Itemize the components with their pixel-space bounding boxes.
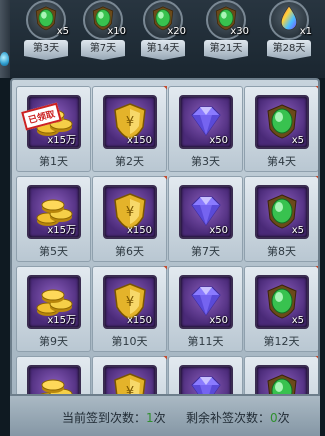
day-cell[interactable]: x15万 第5天 <box>16 176 91 262</box>
day-label: 第2天 <box>115 155 144 168</box>
day-label: 第5天 <box>39 245 68 258</box>
reward-quantity: x5 <box>291 315 304 326</box>
reward-quantity: x15万 <box>47 135 76 146</box>
day-cell[interactable]: x5 第8天 V5三倍 <box>244 176 318 262</box>
blue-gem-icon <box>0 52 9 66</box>
reward-quantity: x150 <box>126 315 152 326</box>
vip-ribbon: V2双倍 <box>137 86 167 116</box>
reward-slot: x15万 <box>27 275 81 329</box>
reward-quantity: x15万 <box>47 315 76 326</box>
day-label: 第12天 <box>263 335 300 348</box>
milestone-count: x20 <box>167 26 186 37</box>
milestone-reward[interactable]: x10 第7天 <box>79 0 127 66</box>
milestone-reward[interactable]: x5 第3天 <box>22 0 70 66</box>
vip-ribbon-text: V5三倍 <box>311 356 318 385</box>
milestone-day-label: 第7天 <box>81 40 125 60</box>
milestone-strip: x5 第3天 x10 第7天 x20 第14天 x30 第21天 x1 第28天 <box>0 0 325 78</box>
day-cell[interactable]: x5 第12天 V3三倍 <box>244 266 318 352</box>
day-cell[interactable]: x50 第11天 <box>168 266 243 352</box>
reward-slot: x15万 <box>27 185 81 239</box>
milestone-day-label: 第3天 <box>24 40 68 60</box>
svg-text:¥: ¥ <box>126 205 134 220</box>
vip-ribbon-text: V3三倍 <box>311 266 318 295</box>
reward-quantity: x50 <box>209 225 228 236</box>
day-label: 第6天 <box>115 245 144 258</box>
vip-ribbon: V4双倍 <box>137 356 167 386</box>
day-cell[interactable]: x15万 第9天 <box>16 266 91 352</box>
day-label: 第9天 <box>39 335 68 348</box>
day-label: 第11天 <box>187 335 224 348</box>
reward-quantity: x5 <box>291 225 304 236</box>
vip-ribbon: V2双倍 <box>137 266 167 296</box>
sign-in-grid: x15万 第1天已领取 ¥ x150 第2天 V2双倍 x50 第3天 x5 <box>10 78 320 436</box>
day-label: 第1天 <box>39 155 68 168</box>
vip-ribbon-text: V3三倍 <box>311 86 318 115</box>
vip-ribbon-text: V2双倍 <box>159 266 167 295</box>
milestone-count: x1 <box>299 26 312 37</box>
vip-ribbon-text: V5三倍 <box>311 176 318 205</box>
svg-text:¥: ¥ <box>126 115 134 130</box>
day-cell[interactable]: x5 第4天 V3三倍 <box>244 86 318 172</box>
reward-quantity: x50 <box>209 135 228 146</box>
vip-ribbon: V5三倍 <box>289 176 318 206</box>
day-cell[interactable]: x50 第3天 <box>168 86 243 172</box>
reward-quantity: x15万 <box>47 225 76 236</box>
vip-ribbon-text: V4双倍 <box>159 356 167 385</box>
day-cell[interactable]: x15万 第1天 已领取 <box>16 86 91 172</box>
milestone-count: x5 <box>56 26 69 37</box>
day-label: 第4天 <box>267 155 296 168</box>
remaining-count-value: 0 <box>270 411 278 425</box>
day-cell[interactable]: ¥ x150 第2天 V2双倍 <box>92 86 167 172</box>
vip-ribbon-text: V2双倍 <box>159 86 167 115</box>
day-cell[interactable]: x50 第7天 <box>168 176 243 262</box>
vip-ribbon: V3三倍 <box>289 86 318 116</box>
svg-text:¥: ¥ <box>126 295 134 310</box>
signed-count-text: 当前签到次数：1次 <box>62 411 166 425</box>
milestone-count: x30 <box>230 26 249 37</box>
reward-quantity: x150 <box>126 225 152 236</box>
signed-count-value: 1 <box>146 411 154 425</box>
day-cell[interactable]: ¥ x150 第6天 V4双倍 <box>92 176 167 262</box>
left-rail <box>0 0 10 78</box>
vip-ribbon: V4双倍 <box>137 176 167 206</box>
reward-slot: x50 <box>179 95 233 149</box>
milestone-day-label: 第21天 <box>204 40 248 60</box>
day-label: 第10天 <box>111 335 148 348</box>
milestone-day-label: 第14天 <box>141 40 185 60</box>
milestone-day-label: 第28天 <box>267 40 311 60</box>
milestone-reward[interactable]: x1 第28天 <box>265 0 313 66</box>
milestone-reward[interactable]: x30 第21天 <box>202 0 250 66</box>
day-label: 第3天 <box>191 155 220 168</box>
vip-ribbon: V3三倍 <box>289 266 318 296</box>
milestone-reward[interactable]: x20 第14天 <box>139 0 187 66</box>
day-label: 第8天 <box>267 245 296 258</box>
reward-quantity: x5 <box>291 135 304 146</box>
footer-bar: 当前签到次数：1次 剩余补签次数：0次 <box>10 394 320 436</box>
reward-quantity: x50 <box>209 315 228 326</box>
reward-slot: x50 <box>179 185 233 239</box>
reward-slot: x50 <box>179 275 233 329</box>
reward-quantity: x150 <box>126 135 152 146</box>
vip-ribbon-text: V4双倍 <box>159 176 167 205</box>
milestone-count: x10 <box>107 26 126 37</box>
vip-ribbon: V5三倍 <box>289 356 318 386</box>
day-label: 第7天 <box>191 245 220 258</box>
day-cell[interactable]: ¥ x150 第10天 V2双倍 <box>92 266 167 352</box>
remaining-count-text: 剩余补签次数：0次 <box>186 411 290 425</box>
